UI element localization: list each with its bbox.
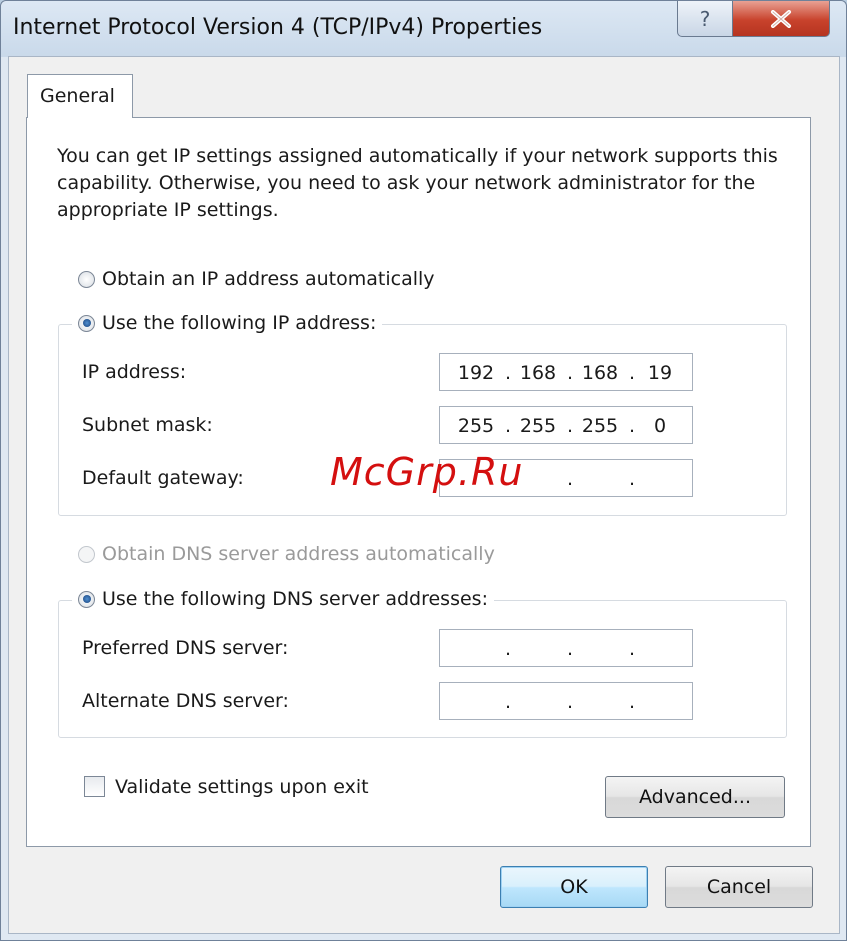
close-icon [771,9,791,28]
alternate-dns-label: Alternate DNS server: [82,690,289,712]
validate-checkbox[interactable] [84,776,105,797]
octet-separator: . [566,638,574,660]
description-text: You can get IP settings assigned automat… [57,145,778,221]
radio-use-following-ip[interactable]: Use the following IP address: [72,312,383,334]
validate-checkbox-label[interactable]: Validate settings upon exit [115,776,369,798]
octet: 168 [581,362,619,384]
ip-address-input[interactable]: 192 . 168 . 168 . 19 [439,353,693,391]
octet: 168 [519,362,557,384]
radio-use-following-dns[interactable]: Use the following DNS server addresses: [72,588,494,610]
radio-label: Use the following IP address: [102,312,377,334]
title-bar[interactable]: Internet Protocol Version 4 (TCP/IPv4) P… [1,1,846,57]
octet-separator: . [628,468,636,490]
octet: 0 [653,415,667,437]
radio-button-selected[interactable] [78,314,95,332]
octet-separator: . [628,415,636,437]
octet-separator: . [566,415,574,437]
cancel-button-label: Cancel [706,876,772,898]
dialog-title: Internet Protocol Version 4 (TCP/IPv4) P… [13,15,543,40]
octet-separator: . [566,468,574,490]
preferred-dns-input[interactable]: . . . [439,629,693,667]
ok-button-label: OK [560,876,588,898]
octet: 255 [457,415,495,437]
octet-separator: . [504,362,512,384]
radio-obtain-dns-automatically[interactable]: Obtain DNS server address automatically [78,543,495,565]
cancel-button[interactable]: Cancel [665,866,813,908]
radio-button[interactable] [78,270,95,288]
octet-separator: . [504,691,512,713]
octet: 255 [519,415,557,437]
radio-button-disabled [78,545,95,563]
ip-address-label: IP address: [82,361,187,383]
ok-button[interactable]: OK [500,866,648,908]
help-icon: ? [699,6,711,31]
radio-label: Obtain DNS server address automatically [102,543,495,565]
advanced-button-label: Advanced... [639,786,751,808]
alternate-dns-input[interactable]: . . . [439,682,693,720]
watermark-text: McGrp.Ru [330,450,524,494]
octet-separator: . [628,638,636,660]
preferred-dns-label: Preferred DNS server: [82,637,289,659]
octet-separator: . [504,415,512,437]
radio-obtain-ip-automatically[interactable]: Obtain an IP address automatically [78,268,435,290]
octet: 19 [647,362,673,384]
octet-separator: . [566,362,574,384]
default-gateway-label: Default gateway: [82,467,244,489]
radio-label: Use the following DNS server addresses: [102,588,488,610]
octet: 192 [457,362,495,384]
subnet-mask-label: Subnet mask: [82,414,213,436]
help-button[interactable]: ? [677,1,733,37]
tab-general[interactable]: General [27,74,133,118]
subnet-mask-input[interactable]: 255 . 255 . 255 . 0 [439,406,693,444]
octet: 255 [581,415,619,437]
octet-separator: . [628,362,636,384]
close-button[interactable] [732,1,830,37]
radio-button-selected[interactable] [78,590,95,608]
tab-general-label: General [40,85,115,107]
radio-label: Obtain an IP address automatically [102,268,435,290]
octet-separator: . [628,691,636,713]
advanced-button[interactable]: Advanced... [605,776,785,818]
octet-separator: . [566,691,574,713]
octet-separator: . [504,638,512,660]
